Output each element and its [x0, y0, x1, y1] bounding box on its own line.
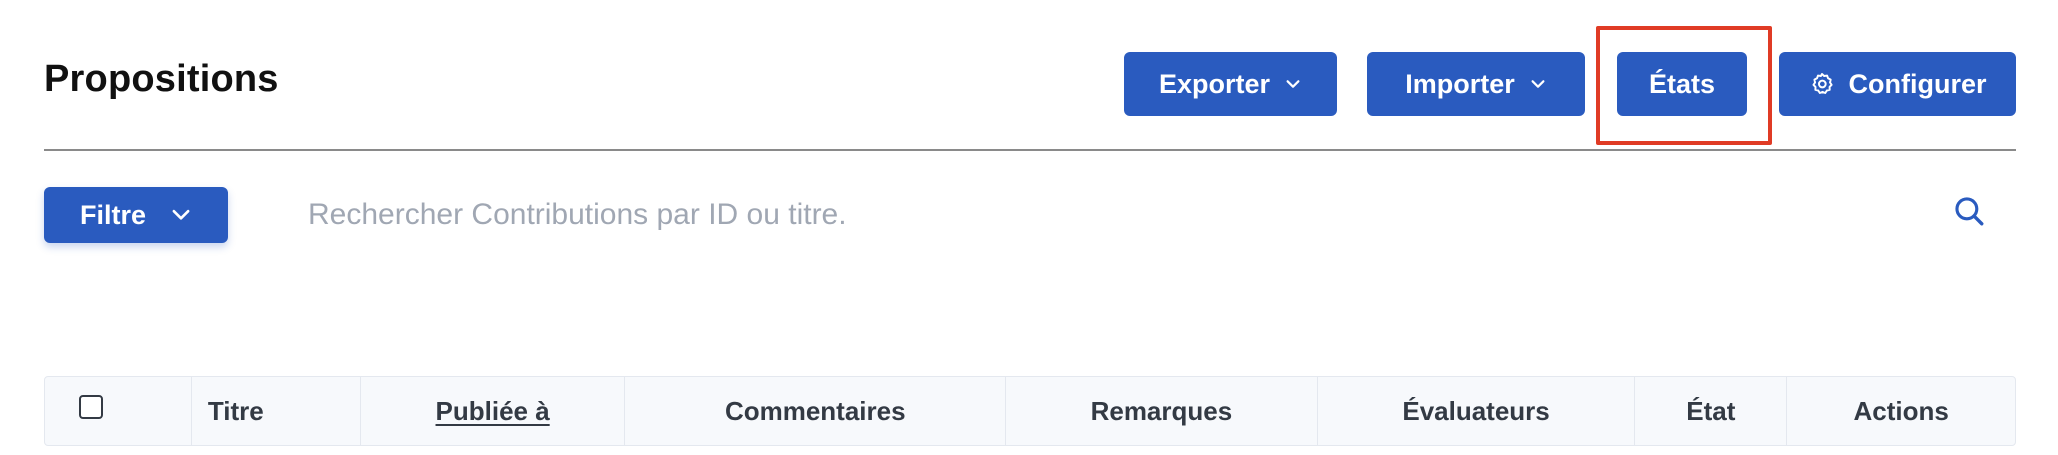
- filter-button-label: Filtre: [79, 199, 146, 230]
- export-button[interactable]: Exporter: [1124, 52, 1337, 116]
- select-all-cell: [45, 377, 192, 445]
- chevron-down-icon: [172, 209, 190, 220]
- chevron-down-icon: [1531, 80, 1545, 88]
- chevron-down-icon: [1286, 80, 1300, 88]
- column-header-comments-label: Commentaires: [724, 395, 906, 426]
- select-all-checkbox[interactable]: [79, 395, 103, 419]
- import-button-label: Importer: [1405, 68, 1515, 99]
- states-highlight-box: [1596, 26, 1772, 145]
- header-divider: [44, 149, 2016, 151]
- gear-icon: [1811, 73, 1833, 94]
- export-button-label: Exporter: [1158, 68, 1271, 99]
- column-header-actions: Actions: [1787, 377, 2015, 445]
- configure-button-label: Configurer: [1848, 68, 1987, 99]
- column-header-published-label[interactable]: Publiée à: [436, 396, 550, 427]
- column-header-state-label: État: [1686, 395, 1736, 426]
- column-header-state: État: [1635, 377, 1788, 445]
- configure-button[interactable]: Configurer: [1779, 52, 2016, 116]
- column-header-remarks: Remarques: [1006, 377, 1318, 445]
- column-header-remarks-label: Remarques: [1090, 395, 1233, 426]
- column-header-evaluators: Évaluateurs: [1318, 377, 1636, 445]
- column-header-title-label: Titre: [207, 395, 264, 426]
- search-input[interactable]: [296, 190, 1936, 240]
- table-header-row: Titre Publiée à Commentaires Remarques É…: [44, 376, 2016, 446]
- column-header-evaluators-label: Évaluateurs: [1402, 395, 1550, 426]
- page-title: Propositions: [44, 58, 279, 100]
- column-header-published[interactable]: Publiée à: [361, 377, 626, 445]
- column-header-actions-label: Actions: [1853, 395, 1949, 426]
- import-button[interactable]: Importer: [1367, 52, 1585, 116]
- column-header-comments: Commentaires: [625, 377, 1007, 445]
- filter-button[interactable]: Filtre: [44, 187, 228, 243]
- search-icon[interactable]: [1952, 194, 1986, 228]
- column-header-title: Titre: [192, 377, 361, 445]
